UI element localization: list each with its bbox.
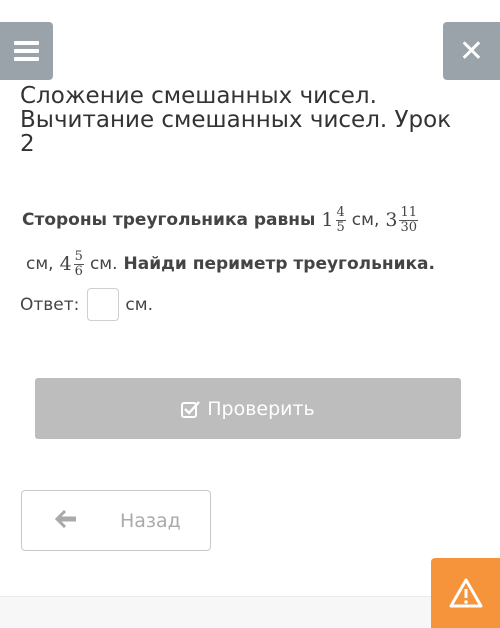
- whole-part: 1: [321, 209, 334, 231]
- hamburger-icon: [14, 41, 39, 61]
- numerator: 4: [335, 204, 346, 221]
- whole-part: 3: [385, 209, 398, 231]
- menu-button[interactable]: [0, 22, 53, 80]
- top-bar: ✕: [0, 0, 500, 84]
- answer-input[interactable]: [87, 288, 120, 321]
- denominator: 6: [74, 263, 83, 279]
- unit-label: см,: [351, 210, 380, 230]
- mixed-number-side-2: 3 11 30: [385, 204, 418, 235]
- answer-unit: см.: [125, 294, 153, 315]
- checkbox-checked-icon: [181, 400, 201, 418]
- mixed-number-side-1: 1 4 5: [321, 204, 346, 235]
- lesson-title: Сложение смешанных чисел. Вычитание смеш…: [20, 83, 452, 157]
- fraction: 11 30: [399, 204, 418, 235]
- task-line-2: см, 4 5 6 см. Найди периметр треугольник…: [22, 242, 482, 286]
- back-button-label: Назад: [120, 510, 181, 532]
- fraction: 5 6: [73, 248, 84, 279]
- report-problem-button[interactable]: [431, 558, 500, 628]
- task-text: Стороны треугольника равны 1 4 5 см, 3 1…: [22, 198, 482, 286]
- answer-row: Ответ: см.: [20, 288, 153, 321]
- back-button[interactable]: Назад: [21, 490, 211, 551]
- whole-part: 4: [59, 253, 72, 275]
- numerator: 5: [73, 248, 84, 265]
- check-button[interactable]: Проверить: [35, 378, 461, 439]
- numerator: 11: [399, 204, 418, 221]
- fraction: 4 5: [335, 204, 346, 235]
- warning-triangle-icon: [449, 578, 482, 608]
- mixed-number-side-3: 4 5 6: [59, 248, 84, 279]
- check-button-label: Проверить: [207, 397, 315, 420]
- denominator: 5: [336, 219, 345, 235]
- unit-label: см,: [26, 254, 54, 274]
- denominator: 30: [400, 219, 417, 235]
- arrow-left-icon: [55, 510, 76, 528]
- close-button[interactable]: ✕: [443, 22, 500, 80]
- close-icon: ✕: [458, 33, 485, 69]
- answer-label: Ответ:: [20, 294, 80, 315]
- task-question: Найди периметр треугольника.: [123, 254, 435, 274]
- footer-bar: [0, 596, 431, 628]
- task-line-1: Стороны треугольника равны 1 4 5 см, 3 1…: [22, 198, 482, 242]
- task-prefix: Стороны треугольника равны: [22, 210, 316, 230]
- unit-label: см.: [89, 254, 118, 274]
